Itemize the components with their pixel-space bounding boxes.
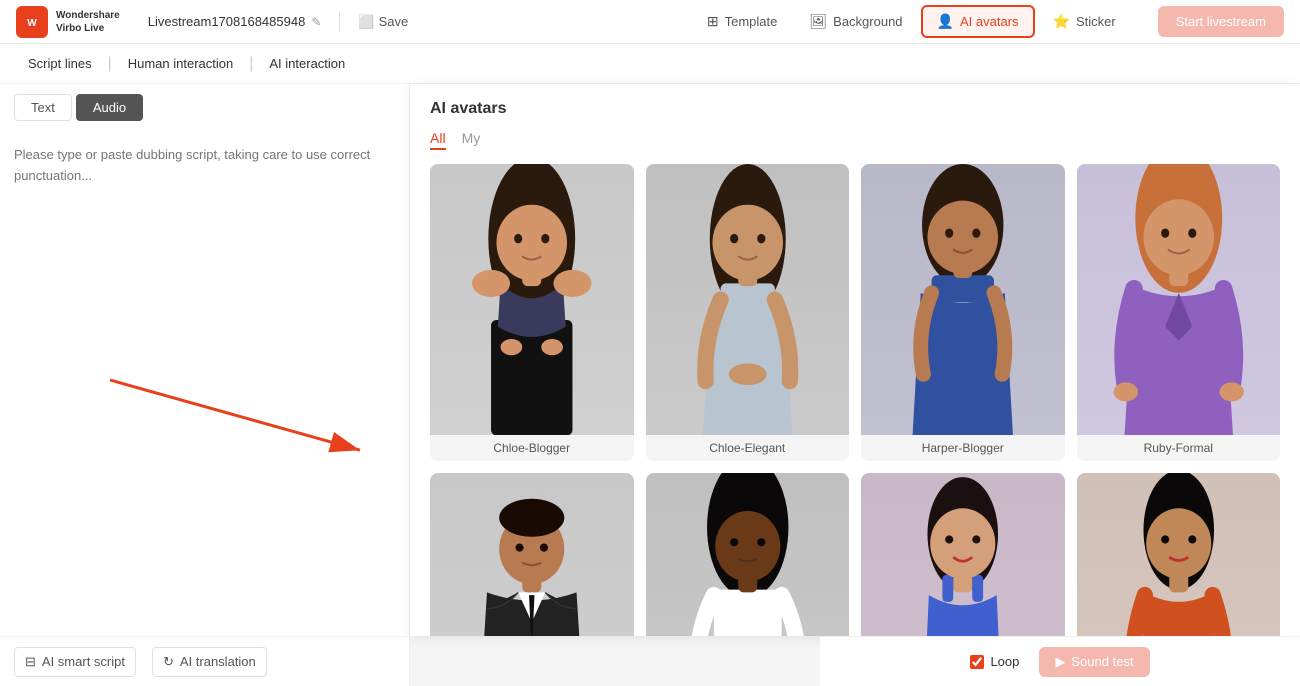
avatar-card-female3[interactable] [861,473,1065,636]
ai-avatars-icon: 👤 [937,13,954,30]
ai-smart-script-button[interactable]: ⊟ AI smart script [14,647,136,677]
right-panel: AI avatars All My [410,84,1300,686]
bottom-bar: ⊟ AI smart script ↻ AI translation [0,636,410,686]
nav-tab-ai-avatars[interactable]: 👤 AI avatars [921,5,1035,38]
ai-translation-icon: ↻ [163,654,174,670]
nav-tab-background[interactable]: 🖼 Background [795,7,916,36]
sub-tab-script-lines[interactable]: Script lines [16,44,104,84]
nav-tab-template[interactable]: ⊞ Template [693,7,791,36]
text-tab-button[interactable]: Text [14,94,72,121]
ai-translation-button[interactable]: ↻ AI translation [152,647,267,677]
save-icon: ⬜ [358,14,374,30]
avatar-image-female2 [646,473,850,636]
header: W Wondershare Virbo Live Livestream17081… [0,0,1300,44]
filter-my[interactable]: My [462,130,481,150]
avatar-label-chloe-elegant: Chloe-Elegant [646,435,850,461]
avatar-image-chloe-elegant [646,164,850,435]
logo-text: Wondershare Virbo Live [56,9,120,35]
avatars-filter: All My [430,130,1280,150]
avatar-image-ruby-formal [1077,164,1281,435]
sub-header: Script lines | Human interaction | AI in… [0,44,1300,84]
audio-tab-button[interactable]: Audio [76,94,143,121]
sub-tab-human-interaction[interactable]: Human interaction [116,44,246,84]
avatar-card-female4[interactable] [1077,473,1281,636]
logo-area: W Wondershare Virbo Live [16,6,120,38]
avatar-card-ruby-formal[interactable]: Ruby-Formal [1077,164,1281,461]
nav-tabs: ⊞ Template 🖼 Background 👤 AI avatars ⭐ S… [693,5,1130,38]
avatar-card-female2[interactable] [646,473,850,636]
template-icon: ⊞ [707,13,719,30]
avatar-label-chloe-blogger: Chloe-Blogger [430,435,634,461]
header-divider [339,12,340,32]
avatar-card-chloe-elegant[interactable]: Chloe-Elegant [646,164,850,461]
sticker-icon: ⭐ [1053,13,1070,30]
loop-bar: Loop ▶ Sound test [820,636,1300,686]
background-icon: 🖼 [809,13,827,30]
avatar-card-harper-blogger[interactable]: Harper-Blogger [861,164,1065,461]
sub-separator-1: | [108,55,112,73]
avatar-image-female3 [861,473,1065,636]
left-panel: Text Audio [0,84,410,686]
logo-icon: W [16,6,48,38]
sound-test-button[interactable]: ▶ Sound test [1039,647,1149,677]
sound-icon: ▶ [1055,654,1065,670]
avatar-card-male1[interactable] [430,473,634,636]
avatar-image-chloe-blogger [430,164,634,435]
save-button[interactable]: ⬜ Save [358,14,408,30]
avatars-panel: AI avatars All My [410,84,1300,636]
avatar-image-harper-blogger [861,164,1065,435]
script-textarea[interactable] [0,131,409,686]
avatar-grid: Chloe-Blogger [430,164,1280,636]
sub-separator-2: | [249,55,253,73]
avatar-image-male1 [430,473,634,636]
avatars-title: AI avatars [430,100,1280,118]
filter-all[interactable]: All [430,130,446,150]
sub-tab-ai-interaction[interactable]: AI interaction [257,44,357,84]
nav-tab-sticker[interactable]: ⭐ Sticker [1039,7,1130,36]
edit-icon[interactable]: ✎ [311,15,321,29]
ai-script-icon: ⊟ [25,654,36,670]
livestream-title: Livestream1708168485948 ✎ [148,14,322,29]
loop-checkbox-label[interactable]: Loop [970,654,1019,669]
avatar-card-chloe-blogger[interactable]: Chloe-Blogger [430,164,634,461]
start-livestream-button[interactable]: Start livestream [1158,6,1284,37]
svg-text:W: W [27,18,37,29]
avatar-label-harper-blogger: Harper-Blogger [861,435,1065,461]
avatar-image-female4 [1077,473,1281,636]
avatar-label-ruby-formal: Ruby-Formal [1077,435,1281,461]
loop-checkbox[interactable] [970,655,984,669]
main-area: Text Audio AI avatars All My [0,84,1300,686]
text-audio-tabs: Text Audio [0,84,409,131]
